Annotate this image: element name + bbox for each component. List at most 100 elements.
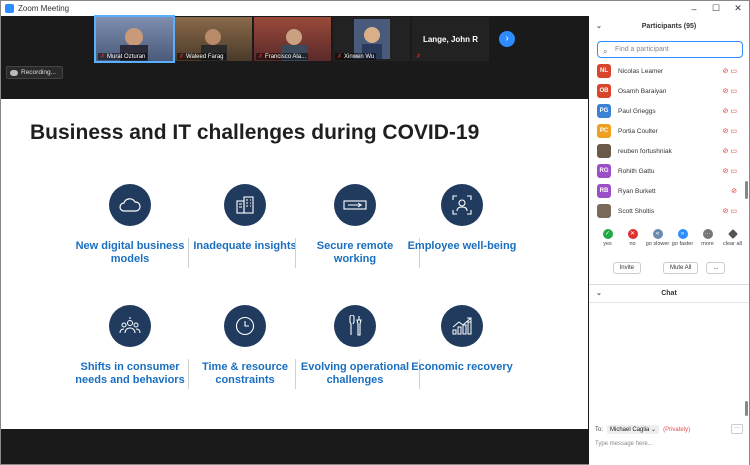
video-thumbnail[interactable]: ✗ Xinwen Wu xyxy=(333,17,410,61)
video-thumbnail-name-only[interactable]: Lange, John R ✗ xyxy=(412,17,489,61)
video-thumbnail[interactable]: ✗ Waleed Farag xyxy=(175,17,252,61)
participant-name: Nicolas Leamer xyxy=(618,67,664,75)
reaction-go-faster[interactable]: » go faster xyxy=(670,229,695,247)
x-icon: ✕ xyxy=(627,229,638,239)
slide-tile: Employee well-being xyxy=(406,184,518,253)
avatar-photo xyxy=(597,144,611,158)
avatar-photo xyxy=(597,204,611,218)
search-placeholder: Find a participant xyxy=(615,46,669,53)
more-icon: ··· xyxy=(702,229,713,239)
tools-icon xyxy=(334,305,376,347)
video-thumbnail[interactable]: ✗ Murat Ozturan xyxy=(94,15,175,63)
chat-more-button[interactable]: ··· xyxy=(731,424,743,434)
chat-title: Chat xyxy=(661,290,677,297)
slide-tile: New digital business models xyxy=(74,184,186,266)
participant-row[interactable]: PG Paul Grieggs ⊘▭ xyxy=(589,101,745,121)
privacy-label: (Privately) xyxy=(663,426,691,433)
slide-tile: Secure remote working xyxy=(299,184,411,266)
tile-label: Secure remote working xyxy=(316,240,394,265)
next-page-arrow-icon[interactable]: › xyxy=(499,31,515,47)
tile-label: Economic recovery xyxy=(411,361,513,373)
avatar: RB xyxy=(597,184,611,198)
buildings-icon xyxy=(224,184,266,226)
chat-recipient-row: To: Michael Caglia ⌄ (Privately) xyxy=(595,425,745,434)
recording-label: Recording... xyxy=(21,69,57,76)
cloud-icon xyxy=(109,184,151,226)
remote-access-icon xyxy=(334,184,376,226)
divider xyxy=(295,359,296,389)
participants-actions: Invite Mute All ... xyxy=(589,262,749,274)
mic-video-muted-icon: ⊘▭ xyxy=(722,68,739,75)
recording-indicator[interactable]: Recording... xyxy=(6,66,64,79)
minimize-button[interactable]: – xyxy=(683,4,705,14)
chat-message-input[interactable]: Type message here... xyxy=(595,441,745,447)
slide-tile: Evolving operational challenges xyxy=(299,305,411,387)
participant-name: Francisco Ala... xyxy=(265,54,307,60)
nonverbal-feedback-bar: ✓ yes ✕ no « go slower » go faster ··· m… xyxy=(595,229,745,247)
side-panel: ⌄ Participants (95) ⌕ Find a participant… xyxy=(589,16,749,465)
tile-label: Employee well-being xyxy=(407,240,517,252)
title-bar: Zoom Meeting – ☐ ✕ xyxy=(1,1,749,16)
people-group-icon xyxy=(109,305,151,347)
mic-muted-icon: ✗ xyxy=(179,54,185,60)
avatar: OB xyxy=(597,84,611,98)
tile-label: Shifts in consumer needs and behaviors xyxy=(75,361,185,386)
growth-chart-icon xyxy=(441,305,483,347)
participant-list: NL Nicolas Leamer ⊘▭ OB Osamh Baraiyan ⊘… xyxy=(589,61,745,221)
chat-scrollbar[interactable] xyxy=(745,401,748,416)
mic-video-muted-icon: ⊘▭ xyxy=(722,88,739,95)
chevron-down-icon[interactable]: ⌄ xyxy=(596,285,602,303)
reaction-clear-all[interactable]: clear all xyxy=(720,229,745,247)
participant-name: reuben fortushniak xyxy=(618,147,672,155)
mic-video-muted-icon: ⊘▭ xyxy=(722,208,739,215)
reaction-go-slower[interactable]: « go slower xyxy=(645,229,670,247)
participant-name: Murat Ozturan xyxy=(107,54,146,60)
mic-video-muted-icon: ⊘▭ xyxy=(722,148,739,155)
participant-row[interactable]: NL Nicolas Leamer ⊘▭ xyxy=(589,61,745,81)
slide-tile: Time & resource constraints xyxy=(189,305,301,387)
rewind-icon: « xyxy=(652,229,663,239)
participant-row[interactable]: Scott Sholtis ⊘▭ xyxy=(589,201,745,221)
recipient-select[interactable]: Michael Caglia ⌄ xyxy=(607,425,660,434)
chevron-down-icon[interactable]: ⌄ xyxy=(596,16,602,38)
video-thumbnail[interactable]: ✗ Francisco Ala... xyxy=(254,17,331,61)
avatar: PC xyxy=(597,124,611,138)
participant-name: Lange, John R xyxy=(422,34,479,44)
mute-all-button[interactable]: Mute All xyxy=(662,262,699,274)
maximize-button[interactable]: ☐ xyxy=(705,3,727,14)
participant-row[interactable]: RB Ryan Burkett ⊘ xyxy=(589,181,745,201)
invite-button[interactable]: Invite xyxy=(612,262,641,274)
participant-row[interactable]: RG Rohith Gattu ⊘▭ xyxy=(589,161,745,181)
slide-tile: Economic recovery xyxy=(406,305,518,374)
chat-messages xyxy=(589,304,749,421)
close-button[interactable]: ✕ xyxy=(727,3,749,14)
participant-name: Portia Coulter xyxy=(618,127,658,135)
avatar: RG xyxy=(597,164,611,178)
participants-scrollbar[interactable] xyxy=(745,61,748,226)
reaction-yes[interactable]: ✓ yes xyxy=(595,229,620,247)
mic-video-muted-icon: ⊘▭ xyxy=(722,128,739,135)
participant-name: Ryan Burkett xyxy=(618,187,656,195)
participant-row[interactable]: reuben fortushniak ⊘▭ xyxy=(589,141,745,161)
participant-search-input[interactable]: ⌕ Find a participant xyxy=(597,41,743,58)
participants-title: Participants (95) xyxy=(641,23,697,30)
tile-label: Time & resource constraints xyxy=(201,361,288,386)
reaction-no[interactable]: ✕ no xyxy=(620,229,645,247)
reaction-more[interactable]: ··· more xyxy=(695,229,720,247)
fast-forward-icon: » xyxy=(677,229,688,239)
more-options-button[interactable]: ... xyxy=(706,262,726,274)
slide-tile: Inadequate insights xyxy=(189,184,301,253)
participant-row[interactable]: OB Osamh Baraiyan ⊘▭ xyxy=(589,81,745,101)
slide-title: Business and IT challenges during COVID-… xyxy=(30,121,480,144)
participant-row[interactable]: PC Portia Coulter ⊘▭ xyxy=(589,121,745,141)
to-label: To: xyxy=(595,426,604,433)
mic-muted-icon: ✗ xyxy=(337,54,343,60)
participant-name: Scott Sholtis xyxy=(618,207,655,215)
check-icon: ✓ xyxy=(602,229,613,239)
chat-header: ⌄ Chat xyxy=(589,285,749,303)
zoom-app-icon xyxy=(5,4,14,13)
shared-screen-slide: Business and IT challenges during COVID-… xyxy=(1,99,588,429)
cloud-recording-icon xyxy=(10,69,18,76)
video-thumbnail-strip: ✗ Murat Ozturan ✗ Waleed Farag ✗ Francisco … xyxy=(94,15,489,63)
tile-label: Evolving operational challenges xyxy=(300,361,410,386)
